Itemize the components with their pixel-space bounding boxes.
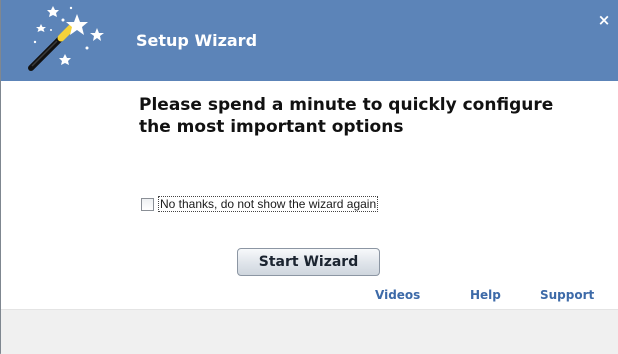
support-link[interactable]: Support	[540, 287, 594, 303]
setup-wizard-window: Setup Wizard × Please spend a minute to …	[0, 0, 618, 354]
dont-show-again-row[interactable]: No thanks, do not show the wizard again	[141, 196, 379, 212]
dont-show-again-checkbox[interactable]	[141, 197, 154, 211]
footer-bar	[1, 309, 618, 354]
title-bar: Setup Wizard ×	[1, 0, 618, 81]
page-heading: Please spend a minute to quickly configu…	[139, 94, 589, 138]
window-title: Setup Wizard	[136, 31, 258, 50]
start-wizard-button[interactable]: Start Wizard	[237, 248, 380, 276]
close-button[interactable]: ×	[596, 10, 612, 30]
videos-link[interactable]: Videos	[375, 287, 420, 303]
dont-show-again-label[interactable]: No thanks, do not show the wizard again	[158, 196, 379, 212]
help-link[interactable]: Help	[470, 287, 501, 303]
heading-line-2: the most important options	[139, 117, 404, 137]
heading-line-1: Please spend a minute to quickly configu…	[139, 95, 554, 115]
magic-wand-icon	[28, 6, 104, 71]
